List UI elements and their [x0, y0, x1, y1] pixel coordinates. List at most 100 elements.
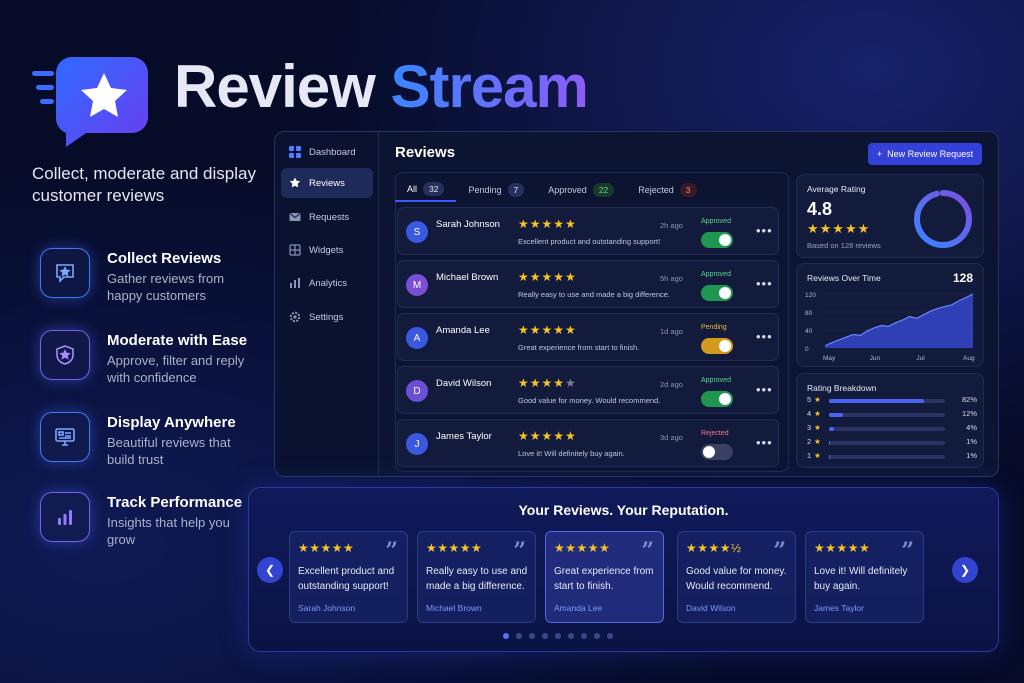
- breakdown-percent: 1%: [966, 437, 977, 446]
- tab-all[interactable]: All 32: [395, 178, 457, 202]
- pagination-dot[interactable]: [503, 633, 509, 639]
- app-window: Dashboard Reviews Requests Widgets Analy…: [274, 131, 999, 477]
- star-icon: ★: [814, 395, 821, 404]
- tab-count: 7: [507, 183, 525, 197]
- breakdown-star: 1: [807, 451, 812, 460]
- feature-desc: Gather reviews from happy customers: [107, 271, 225, 303]
- star-icon: ★: [814, 409, 821, 418]
- approve-toggle[interactable]: [701, 391, 733, 407]
- breakdown-row: 3 ★ 4%: [807, 423, 977, 435]
- more-options-icon[interactable]: •••: [756, 382, 773, 397]
- new-review-request-button[interactable]: + New Review Request: [868, 143, 982, 165]
- breakdown-fill: [829, 399, 925, 403]
- feature-title: Moderate with Ease: [107, 332, 248, 349]
- pagination-dot[interactable]: [529, 633, 535, 639]
- breakdown-bar: [829, 399, 945, 403]
- breakdown-bar: [829, 413, 945, 417]
- more-options-icon[interactable]: •••: [756, 435, 773, 450]
- pagination-dot[interactable]: [568, 633, 574, 639]
- tab-count: 32: [423, 182, 445, 196]
- grid-icon: [289, 146, 301, 158]
- sidebar-item-settings[interactable]: Settings: [281, 302, 373, 332]
- sidebar-item-analytics[interactable]: Analytics: [281, 268, 373, 298]
- avatar: D: [406, 380, 428, 402]
- sidebar-item-label: Requests: [309, 211, 350, 223]
- testimonial-card[interactable]: ★★★★★ ” Really easy to use and made a big…: [417, 531, 536, 623]
- plus-icon: +: [876, 149, 883, 159]
- chat-star-icon: [40, 248, 90, 298]
- reviewer-name: James Taylor: [436, 431, 492, 442]
- breakdown-percent: 82%: [961, 395, 977, 404]
- testimonial-card[interactable]: ★★★★★ ” Excellent product and outstanding…: [289, 531, 408, 623]
- avatar: M: [406, 274, 428, 296]
- review-row[interactable]: A Amanda Lee ★★★★★ Great experience from…: [397, 313, 779, 361]
- reviewer-name: Amanda Lee: [436, 325, 490, 336]
- more-options-icon[interactable]: •••: [756, 276, 773, 291]
- feature-title: Collect Reviews: [107, 250, 222, 267]
- more-options-icon[interactable]: •••: [756, 223, 773, 238]
- tab-rejected[interactable]: Rejected 3: [626, 178, 708, 202]
- review-row[interactable]: M Michael Brown ★★★★★ Really easy to use…: [397, 260, 779, 308]
- tagline: Collect, moderate and display customer r…: [32, 164, 256, 205]
- testimonial-card[interactable]: ★★★★★ ” Love it! Will definitely buy agai…: [805, 531, 924, 623]
- pagination-dot[interactable]: [581, 633, 587, 639]
- testimonial-card[interactable]: ★★★★★ ” Great experience from start to fi…: [545, 531, 664, 623]
- breakdown-fill: [829, 455, 831, 459]
- tab-approved[interactable]: Approved 22: [536, 178, 626, 202]
- rating-donut: [914, 190, 972, 248]
- review-row[interactable]: S Sarah Johnson ★★★★★ Excellent product …: [397, 207, 779, 255]
- feature-moderate: Moderate with Ease Approve, filter and r…: [40, 330, 250, 390]
- sidebar-item-dashboard[interactable]: Dashboard: [281, 137, 373, 167]
- avatar: A: [406, 327, 428, 349]
- sidebar-item-label: Reviews: [309, 177, 345, 189]
- review-stars: ★★★★★: [518, 217, 577, 231]
- analytics-icon: [290, 278, 300, 288]
- sidebar-item-requests[interactable]: Requests: [281, 202, 373, 232]
- reviews-total: 128: [952, 271, 973, 285]
- review-time: 1d ago: [660, 327, 683, 336]
- approve-toggle[interactable]: [701, 444, 733, 460]
- approve-toggle[interactable]: [701, 338, 733, 354]
- sidebar-item-reviews[interactable]: Reviews: [281, 168, 373, 198]
- status-badge: Approved: [701, 218, 731, 225]
- review-time: 3d ago: [660, 433, 683, 442]
- new-review-request-label: New Review Request: [887, 149, 974, 159]
- pagination-dot[interactable]: [516, 633, 522, 639]
- pagination-dot[interactable]: [542, 633, 548, 639]
- breakdown-row: 5 ★ 82%: [807, 395, 977, 407]
- brand-title: Review Stream: [174, 53, 589, 120]
- quote-icon: ”: [385, 538, 398, 564]
- more-options-icon[interactable]: •••: [756, 329, 773, 344]
- avatar: J: [406, 433, 428, 455]
- review-stars: ★★★★★: [518, 429, 577, 443]
- testimonial-card[interactable]: ★★★★½ ” Good value for money. Would recom…: [677, 531, 796, 623]
- testimonial-text: Good value for money. Would recommend.: [686, 566, 787, 592]
- tab-count: 3: [679, 183, 697, 197]
- y-tick-label: 80: [805, 310, 813, 317]
- carousel-prev-button[interactable]: ❮: [257, 557, 283, 583]
- carousel-next-button[interactable]: ❯: [952, 557, 978, 583]
- x-tick-label: Jun: [870, 355, 881, 362]
- y-tick-label: 120: [805, 292, 816, 299]
- status-badge: Rejected: [701, 430, 729, 437]
- bar-chart-icon: [40, 492, 90, 542]
- sidebar-item-label: Dashboard: [309, 146, 356, 158]
- chevron-right-icon: ❯: [959, 563, 971, 577]
- widget-icon: [289, 244, 301, 256]
- testimonial-stars: ★★★★★: [814, 541, 871, 555]
- review-row[interactable]: J James Taylor ★★★★★ Love it! Will defin…: [397, 419, 779, 467]
- star-icon: [289, 177, 301, 188]
- sidebar-item-widgets[interactable]: Widgets: [281, 235, 373, 265]
- testimonial-text: Excellent product and outstanding suppor…: [298, 566, 395, 592]
- tab-pending[interactable]: Pending 7: [456, 178, 536, 202]
- review-row[interactable]: D David Wilson ★★★★★ Good value for mone…: [397, 366, 779, 414]
- star-icon: ★: [814, 437, 821, 446]
- approve-toggle[interactable]: [701, 285, 733, 301]
- sidebar: Dashboard Reviews Requests Widgets Analy…: [275, 132, 379, 476]
- approve-toggle[interactable]: [701, 232, 733, 248]
- pagination-dot[interactable]: [555, 633, 561, 639]
- breakdown-bar: [829, 455, 945, 459]
- pagination-dot[interactable]: [607, 633, 613, 639]
- reviewer-name: Sarah Johnson: [436, 219, 500, 230]
- pagination-dot[interactable]: [594, 633, 600, 639]
